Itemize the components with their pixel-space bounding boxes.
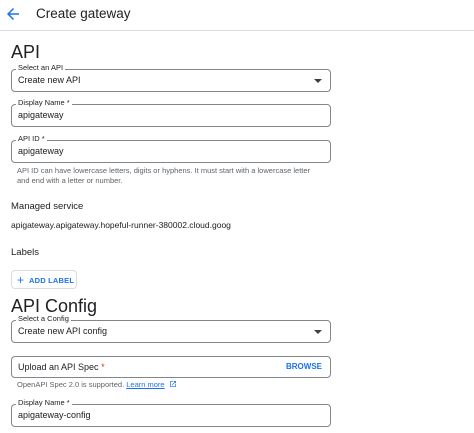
config-display-name-value: apigateway-config — [18, 410, 91, 420]
add-label-button[interactable]: + ADD LABEL — [11, 270, 77, 289]
api-id-helper-line2: and end with a letter or number. — [17, 176, 123, 185]
upload-spec-helper: OpenAPI Spec 2.0 is supported. Learn mor… — [17, 380, 177, 390]
config-display-name-field[interactable]: Display Name * apigateway-config — [11, 398, 331, 427]
select-api-value: Create new API — [18, 75, 81, 85]
api-id-label: API ID * — [16, 134, 47, 144]
upload-api-spec-field[interactable]: Upload an API Spec * BROWSE — [11, 356, 331, 378]
api-id-helper-line1: API ID can have lowercase letters, digit… — [17, 166, 311, 175]
config-display-name-label: Display Name * — [16, 398, 72, 408]
select-config-label: Select a Config — [16, 314, 71, 324]
select-config-dropdown[interactable]: Select a Config Create new API config — [11, 314, 331, 343]
plus-icon: + — [17, 273, 25, 287]
add-label-text: ADD LABEL — [29, 276, 75, 285]
upload-spec-label: Upload an API Spec * — [18, 362, 105, 372]
browse-button[interactable]: BROWSE — [286, 362, 322, 371]
learn-more-link[interactable]: Learn more — [126, 380, 164, 389]
display-name-field[interactable]: Display Name * apigateway — [11, 98, 331, 127]
dropdown-arrow-icon — [314, 79, 322, 83]
dropdown-arrow-icon — [314, 330, 322, 334]
api-section-title: API — [11, 42, 41, 62]
managed-service-value: apigateway.apigateway.hopeful-runner-380… — [11, 220, 231, 230]
api-id-field[interactable]: API ID * apigateway — [11, 134, 331, 163]
select-api-dropdown[interactable]: Select an API Create new API — [11, 63, 331, 92]
required-mark: * — [101, 362, 105, 372]
external-link-icon — [169, 381, 176, 387]
api-id-value: apigateway — [18, 146, 64, 156]
display-name-label: Display Name * — [16, 98, 72, 108]
back-arrow-icon[interactable] — [4, 5, 22, 23]
select-api-label: Select an API — [16, 63, 66, 73]
page-title: Create gateway — [36, 6, 131, 21]
top-bar: Create gateway — [0, 0, 474, 31]
select-config-value: Create new API config — [18, 326, 108, 336]
managed-service-label: Managed service — [11, 201, 84, 212]
labels-heading: Labels — [11, 247, 39, 258]
display-name-value: apigateway — [18, 110, 64, 120]
